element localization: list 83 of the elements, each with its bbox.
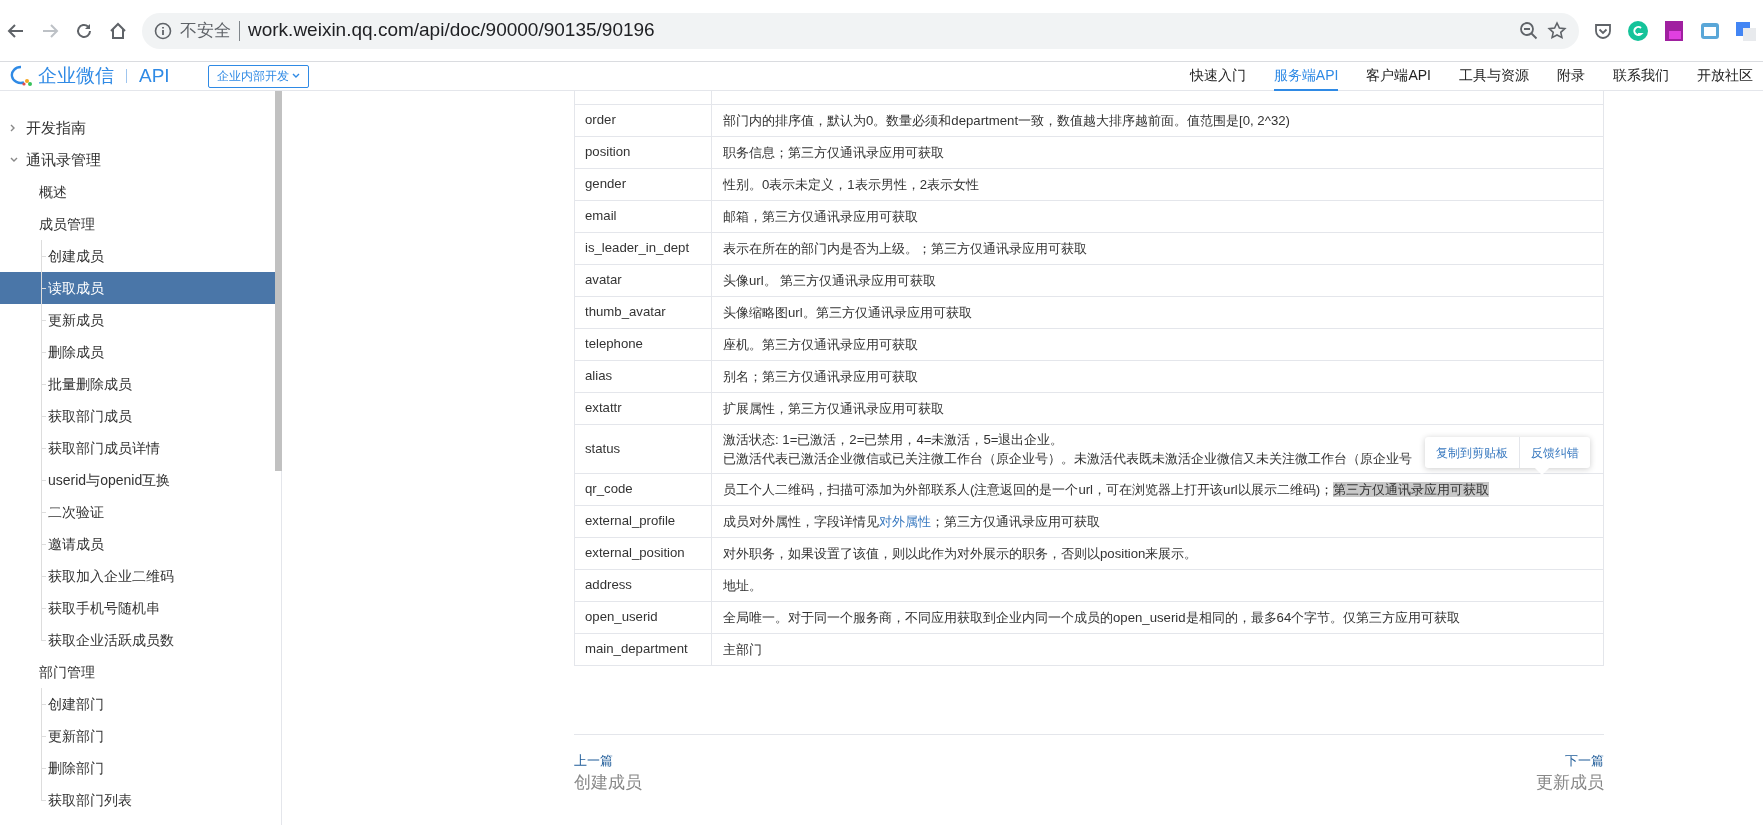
- table-cell: 主部门: [711, 633, 1604, 665]
- star-icon[interactable]: [1547, 20, 1567, 41]
- nav-tab[interactable]: 附录: [1557, 61, 1585, 91]
- table-cell: external_profile: [574, 505, 712, 537]
- table-cell: is_leader_in_dept: [574, 232, 712, 264]
- scope-dropdown[interactable]: 企业内部开发: [207, 64, 309, 88]
- popup-action[interactable]: 反馈纠错: [1520, 437, 1590, 468]
- sidebar-item[interactable]: 读取成员: [0, 272, 275, 304]
- sidebar-item[interactable]: 删除成员: [0, 336, 275, 368]
- nav-tab[interactable]: 开放社区: [1697, 61, 1753, 91]
- table-cell: 扩展属性，第三方仅通讯录应用可获取: [711, 392, 1604, 424]
- translate-icon[interactable]: [1735, 19, 1757, 42]
- table-cell: 地址。: [711, 569, 1604, 601]
- table-cell: 部门内的排序值，默认为0。数量必须和department一致，数值越大排序越前面。值范围是[0, 2^32): [711, 104, 1604, 136]
- table-cell: 表示在所在的部门内是否为上级。；第三方仅通讯录应用可获取: [711, 232, 1604, 264]
- sidebar-item[interactable]: 获取部门列表: [0, 784, 275, 816]
- table-cell: open_userid: [574, 601, 712, 633]
- sidebar-item[interactable]: 更新部门: [0, 720, 275, 752]
- table-cell: 全局唯一。对于同一个服务商，不同应用获取到企业内同一个成员的open_userid是相同的，最多64个字节。仅第三方应用可获取: [711, 601, 1604, 633]
- table-cell: 别名；第三方仅通讯录应用可获取: [711, 360, 1604, 392]
- link[interactable]: 对外属性: [879, 513, 931, 529]
- table-cell: extattr: [574, 392, 712, 424]
- table-cell: position: [574, 136, 712, 168]
- extension-icon[interactable]: [1663, 19, 1685, 42]
- next-link[interactable]: 下一篇: [1565, 750, 1604, 770]
- table-cell: status: [574, 424, 712, 473]
- sidebar-item[interactable]: 邀请成员: [0, 528, 275, 560]
- table-cell: 对外职务，如果设置了该值，则以此作为对外展示的职务，否则以position来展示。: [711, 537, 1604, 569]
- logo-icon: [10, 65, 34, 87]
- sidebar-item[interactable]: 获取部门成员: [0, 400, 275, 432]
- url-text: work.weixin.qq.com/api/doc/90000/90135/90196: [248, 18, 655, 43]
- address-bar[interactable]: 不安全 work.weixin.qq.com/api/doc/90000/90135/90196: [142, 12, 1579, 49]
- table-cell: 成员对外属性，字段详情见对外属性；第三方仅通讯录应用可获取: [711, 505, 1604, 537]
- table-cell: 员工个人二维码，扫描可添加为外部联系人(注意返回的是一个url，可在浏览器上打开该url以展示二维码)；第三方仅通讯录应用可获取: [711, 473, 1604, 505]
- nav-tab[interactable]: 工具与资源: [1459, 61, 1529, 91]
- nav-tab[interactable]: 快速入门: [1189, 61, 1246, 91]
- next-title[interactable]: 更新成员: [1536, 770, 1604, 796]
- table-cell: email: [574, 200, 712, 232]
- table-cell: order: [574, 104, 712, 136]
- table-cell: thumb_avatar: [574, 296, 712, 328]
- zoom-out-icon[interactable]: [1519, 20, 1539, 41]
- sidebar-item[interactable]: 获取部门成员详情: [0, 432, 275, 464]
- table-cell: qr_code: [574, 473, 712, 505]
- table-cell: 头像缩略图url。第三方仅通讯录应用可获取: [711, 296, 1604, 328]
- sidebar-item[interactable]: 批量删除成员: [0, 368, 275, 400]
- nav-tab[interactable]: 联系我们: [1613, 61, 1669, 91]
- home-icon[interactable]: [108, 20, 128, 41]
- sidebar-item[interactable]: 获取加入企业二维码: [0, 560, 275, 592]
- logo-text: 企业微信: [38, 63, 114, 88]
- sidebar-item[interactable]: 删除部门: [0, 752, 275, 784]
- caret-icon: [291, 73, 300, 79]
- sidebar-item[interactable]: 部门管理: [0, 656, 275, 688]
- sidebar-item[interactable]: 获取手机号随机串: [0, 592, 275, 624]
- nav-tab[interactable]: 服务端API: [1273, 61, 1339, 91]
- nav-tab[interactable]: 客户端API: [1366, 61, 1431, 91]
- sidebar-item[interactable]: 二次验证: [0, 496, 275, 528]
- table-cell: 职务信息；第三方仅通讯录应用可获取: [711, 136, 1604, 168]
- sidebar-item[interactable]: userid与openid互换: [0, 464, 275, 496]
- sidebar-item[interactable]: 更新成员: [0, 304, 275, 336]
- security-label: 不安全: [180, 19, 231, 42]
- previous-title[interactable]: 创建成员: [574, 770, 642, 796]
- sidebar-item[interactable]: 概述: [0, 176, 275, 208]
- table-cell: 头像url。 第三方仅通讯录应用可获取: [711, 264, 1604, 296]
- sidebar-item[interactable]: 开发指南: [0, 112, 275, 144]
- table-cell: address: [574, 569, 712, 601]
- table-cell: main_department: [574, 633, 712, 665]
- table-cell: external_position: [574, 537, 712, 569]
- table-cell: 座机。第三方仅通讯录应用可获取: [711, 328, 1604, 360]
- table-cell: avatar: [574, 264, 712, 296]
- sidebar-item[interactable]: 成员管理: [0, 208, 275, 240]
- sidebar-item[interactable]: 创建部门: [0, 688, 275, 720]
- table-cell: alias: [574, 360, 712, 392]
- info-icon[interactable]: [154, 21, 172, 40]
- sidebar-item[interactable]: 通讯录管理: [0, 144, 275, 176]
- popup-action[interactable]: 复制到剪贴板: [1425, 437, 1519, 468]
- table-cell: 性别。0表示未定义，1表示男性，2表示女性: [711, 168, 1604, 200]
- previous-link[interactable]: 上一篇: [574, 750, 613, 770]
- sidebar-item[interactable]: 获取企业活跃成员数: [0, 624, 275, 656]
- product-name: API: [139, 63, 170, 88]
- table-cell: telephone: [574, 328, 712, 360]
- table-cell: gender: [574, 168, 712, 200]
- sidebar-item[interactable]: 创建成员: [0, 240, 275, 272]
- table-cell: 邮箱，第三方仅通讯录应用可获取: [711, 200, 1604, 232]
